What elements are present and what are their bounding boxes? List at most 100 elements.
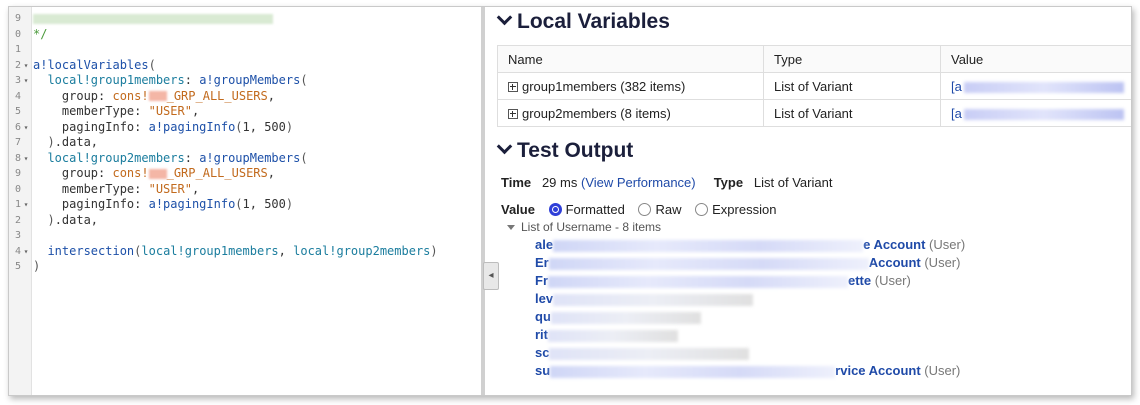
line-number: 5	[14, 106, 21, 117]
list-item[interactable]: lev	[535, 290, 754, 308]
line-number: 0	[14, 183, 21, 195]
variable-value: [a	[940, 99, 1131, 127]
username-link[interactable]: Er	[535, 255, 549, 270]
test-output-meta: Time 29 ms (View Performance) Type List …	[501, 175, 832, 190]
redacted-username	[548, 257, 869, 270]
variable-value-text[interactable]: [a	[951, 106, 962, 121]
user-type-tag: (User)	[871, 273, 911, 288]
redacted-username	[550, 365, 836, 378]
local-variables-title: Local Variables	[517, 10, 670, 33]
code-text: ).data,	[47, 212, 99, 227]
column-header-type: Type	[763, 45, 941, 73]
username-link[interactable]: qu	[535, 309, 551, 324]
test-output-title: Test Output	[517, 139, 634, 162]
username-suffix[interactable]: Account	[869, 255, 921, 270]
list-item[interactable]: sc	[535, 344, 750, 362]
fold-arrow-icon[interactable]: ▾	[21, 58, 31, 73]
code-text: pagingInfo: a!pagingInfo(1, 500)	[33, 197, 294, 211]
variable-name: group2members (8 items)	[522, 105, 671, 121]
code-text: intersection(local!group1members, local!…	[47, 243, 438, 258]
radio-expression-label[interactable]: Expression	[712, 202, 776, 217]
list-item[interactable]: ale e Account (User)	[535, 236, 965, 254]
expand-icon[interactable]	[508, 81, 518, 92]
username-link[interactable]: rit	[535, 327, 548, 342]
column-header-value: Value	[940, 45, 1131, 73]
line-number: 1	[14, 199, 21, 210]
type-value: List of Variant	[753, 175, 833, 190]
local-variables-header[interactable]: Local Variables	[496, 9, 670, 34]
list-item[interactable]: su rvice Account (User)	[535, 362, 960, 380]
user-type-tag: (User)	[920, 363, 961, 378]
list-header-text: List of Username - 8 items	[521, 220, 662, 234]
radio-formatted-label[interactable]: Formatted	[566, 202, 625, 217]
value-format-selector: Value Formatted Raw Expression	[501, 202, 776, 218]
user-type-tag: (User)	[920, 255, 961, 270]
code-text	[33, 11, 273, 26]
local-variables-table: Name Type Value group1members (382 items…	[497, 45, 1131, 127]
fold-arrow-icon[interactable]: ▾	[21, 120, 31, 135]
variable-type: List of Variant	[763, 99, 941, 127]
column-header-name: Name	[497, 45, 764, 73]
line-number: 1	[14, 44, 21, 55]
line-number: 6	[14, 121, 21, 133]
fold-arrow-icon[interactable]: ▾	[21, 151, 31, 166]
fold-arrow-icon[interactable]: ▾	[21, 244, 31, 259]
result-list-header[interactable]: List of Username - 8 items	[507, 220, 661, 234]
code-text: pagingInfo: a!pagingInfo(1, 500)	[33, 119, 294, 134]
code-text: a!localVariables(	[33, 57, 156, 72]
radio-expression[interactable]	[695, 203, 709, 217]
code-text: ).data,	[47, 135, 99, 149]
list-item[interactable]: Er Account (User)	[535, 254, 960, 272]
username-link[interactable]: ale	[535, 237, 553, 252]
username-suffix[interactable]: ette	[848, 273, 871, 288]
list-item[interactable]: qu	[535, 308, 701, 326]
line-number: 3	[14, 75, 21, 86]
pane-splitter[interactable]	[481, 7, 485, 395]
type-label: Type	[713, 175, 744, 190]
view-performance-link[interactable]: (View Performance)	[581, 175, 696, 190]
list-item[interactable]: Fr ette (User)	[535, 272, 911, 290]
redacted-username	[550, 311, 701, 324]
value-label: Value	[501, 202, 535, 217]
line-number: 2	[14, 59, 21, 71]
radio-raw[interactable]	[638, 203, 652, 217]
username-link[interactable]: sc	[535, 345, 549, 360]
line-number: 7	[14, 137, 21, 148]
redacted-value	[963, 81, 1124, 93]
redacted-username	[553, 293, 754, 306]
time-label: Time	[501, 175, 532, 190]
line-number: 4	[14, 90, 21, 102]
line-number: 5	[14, 261, 21, 272]
variable-type: List of Variant	[763, 72, 941, 100]
line-number: 9	[14, 168, 21, 179]
radio-raw-label[interactable]: Raw	[655, 202, 681, 217]
username-link[interactable]: su	[535, 363, 550, 378]
variable-value-text[interactable]: [a	[951, 79, 962, 94]
line-number: 4	[14, 245, 21, 257]
username-suffix[interactable]: e Account	[863, 237, 925, 252]
redacted-username	[548, 275, 848, 288]
user-type-tag: (User)	[925, 237, 966, 252]
radio-formatted[interactable]	[548, 203, 562, 217]
fold-arrow-icon[interactable]: ▾	[21, 73, 31, 88]
code-editor[interactable]: 9 0 */1 2 ▾ a!localVariables(3 ▾ local!group1m…	[9, 7, 481, 395]
list-item[interactable]: rit	[535, 326, 678, 344]
line-number: 9	[14, 13, 21, 24]
collapse-triangle-icon	[507, 225, 515, 231]
line-number: 0	[14, 28, 21, 40]
code-text: memberType: "USER",	[33, 181, 200, 196]
username-link[interactable]: Fr	[535, 273, 548, 288]
username-suffix[interactable]: rvice Account	[835, 363, 921, 378]
chevron-down-icon	[496, 138, 513, 155]
code-text: memberType: "USER",	[33, 104, 200, 118]
code-text: )	[33, 259, 41, 273]
expand-icon[interactable]	[508, 108, 518, 119]
code-text: */	[33, 26, 48, 41]
line-number: 3	[14, 230, 21, 241]
username-link[interactable]: lev	[535, 291, 553, 306]
code-text: local!group2members: a!groupMembers(	[47, 150, 308, 165]
redacted-username	[553, 239, 864, 252]
fold-arrow-icon[interactable]: ▾	[21, 197, 31, 212]
code-text: group: cons! _GRP_ALL_USERS,	[33, 88, 275, 103]
test-output-header[interactable]: Test Output	[496, 138, 634, 163]
